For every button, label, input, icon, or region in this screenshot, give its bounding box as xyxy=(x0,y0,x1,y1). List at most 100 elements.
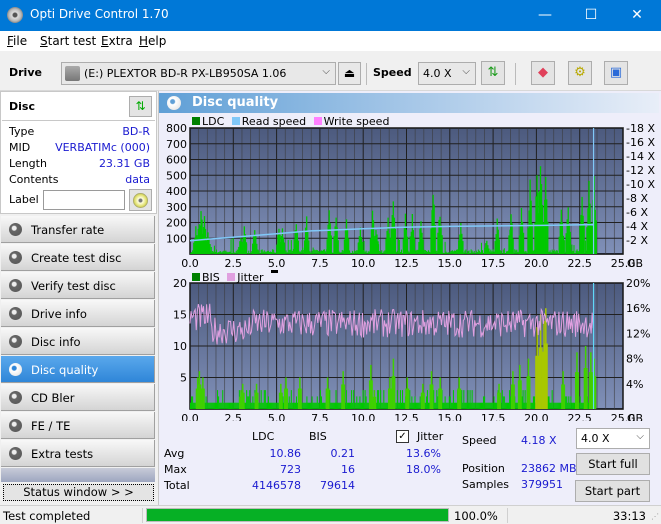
bis-bar xyxy=(453,402,455,409)
nav-verify-test-disc[interactable]: Verify test disc xyxy=(1,272,155,299)
y-tick-label: 15 xyxy=(173,309,187,322)
bis-bar xyxy=(464,402,466,409)
nav-disc-info[interactable]: Disc info xyxy=(1,328,155,355)
bis-bar xyxy=(346,402,348,409)
close-button[interactable]: ✕ xyxy=(614,0,660,31)
bis-bar xyxy=(309,402,311,409)
bis-bar xyxy=(471,390,473,409)
maximize-button[interactable]: ☐ xyxy=(568,0,614,31)
ldc-bar xyxy=(398,239,400,254)
bis-bar xyxy=(419,396,421,409)
menu-file[interactable]: File xyxy=(7,34,27,48)
x-tick-label: 10.0 xyxy=(351,412,376,421)
disc-key: Type xyxy=(9,125,35,138)
ldc-bar xyxy=(272,249,274,254)
bis-bar xyxy=(313,402,315,409)
toolbar-divider xyxy=(515,63,516,85)
col-bis-header: BIS xyxy=(309,430,327,443)
ldc-bar xyxy=(258,250,260,254)
menu-extra[interactable]: Extra xyxy=(101,34,133,48)
ldc-bar xyxy=(273,249,275,254)
ldc-bar xyxy=(472,252,474,254)
bis-bar xyxy=(413,402,415,409)
ldc-bar xyxy=(470,249,472,254)
save-button[interactable]: ▣ xyxy=(604,61,628,85)
ldc-bar xyxy=(275,252,277,254)
ldc-bar xyxy=(531,223,533,254)
bis-bar xyxy=(259,402,261,409)
nav-cd-bler[interactable]: CD Bler xyxy=(1,384,155,411)
y2-tick-label: 8% xyxy=(626,353,643,366)
ldc-bar xyxy=(361,241,364,254)
nav-fe-te[interactable]: FE / TE xyxy=(1,412,155,439)
nav-disc-quality[interactable]: Disc quality xyxy=(1,356,155,383)
bis-bar xyxy=(581,402,583,409)
minimize-button[interactable]: — xyxy=(522,0,568,31)
disc-refresh-button[interactable]: ⇅ xyxy=(129,96,152,117)
ldc-bar xyxy=(324,249,326,254)
bis-bar xyxy=(522,390,524,409)
resize-grip-icon[interactable]: ⋰ xyxy=(651,512,659,521)
ldc-bar xyxy=(547,221,549,254)
nav-label: Drive info xyxy=(31,307,87,321)
nav-create-test-disc[interactable]: Create test disc xyxy=(1,244,155,271)
menu-bar: File Start test Extra Help xyxy=(0,31,661,51)
bis-bar xyxy=(434,402,436,409)
menu-start-test[interactable]: Start test xyxy=(40,34,96,48)
ldc-bar xyxy=(226,251,228,254)
test-speed-select[interactable]: 4.0 X ⌵ xyxy=(576,428,650,449)
ldc-bar xyxy=(235,250,237,254)
ldc-bar xyxy=(339,252,341,254)
jitter-checkbox[interactable]: ✓ xyxy=(396,430,409,443)
ldc-bar xyxy=(232,236,234,254)
nav-drive-info[interactable]: Drive info xyxy=(1,300,155,327)
bis-bar xyxy=(448,396,450,409)
y-tick-label: 200 xyxy=(166,217,187,230)
ldc-bar xyxy=(517,251,519,254)
bis-bar xyxy=(290,390,292,409)
ldc-bar xyxy=(257,249,259,254)
ldc-bar xyxy=(426,251,428,254)
menu-extra-rest: xtra xyxy=(108,34,133,48)
ldc-bar xyxy=(381,250,383,254)
bis-bar xyxy=(414,396,416,409)
eraser-icon: ◆ xyxy=(538,65,548,80)
ldc-bar xyxy=(525,251,527,254)
label-apply-button[interactable] xyxy=(129,189,152,211)
speed-select[interactable]: 4.0 X ⌵ xyxy=(418,62,476,85)
ldc-bar xyxy=(503,248,505,254)
y2-tick-label: 16% xyxy=(626,302,650,315)
bis-bar xyxy=(294,402,296,409)
ldc-bar xyxy=(399,251,401,254)
bis-bar xyxy=(276,402,278,409)
y-tick-label: 300 xyxy=(166,201,187,214)
bis-bar xyxy=(572,402,574,409)
settings-button[interactable]: ⚙ xyxy=(568,61,592,85)
ldc-bar xyxy=(516,249,518,254)
erase-button[interactable]: ◆ xyxy=(531,61,555,85)
nav-extra-tests[interactable]: Extra tests xyxy=(1,440,155,467)
status-window-button[interactable]: Status window > > xyxy=(3,484,154,501)
bis-bar xyxy=(320,396,322,409)
ldc-bar xyxy=(347,238,350,254)
bis-bar xyxy=(393,376,396,409)
ldc-bar xyxy=(363,241,365,254)
disc-bler-icon xyxy=(9,391,22,404)
drive-select[interactable]: (E:) PLEXTOR BD-R PX-LB950SA 1.06 ⌵ xyxy=(61,62,336,85)
menu-help[interactable]: Help xyxy=(139,34,166,48)
bis-bar xyxy=(482,402,484,409)
start-full-button[interactable]: Start full xyxy=(576,453,650,475)
ldc-bar xyxy=(245,242,248,254)
bis-bar xyxy=(516,402,518,409)
nav-label: Transfer rate xyxy=(31,223,105,237)
nav-transfer-rate[interactable]: Transfer rate xyxy=(1,216,155,243)
ldc-bar xyxy=(267,250,269,254)
refresh-button[interactable]: ⇅ xyxy=(481,61,505,85)
bis-bar xyxy=(524,390,526,409)
eject-button[interactable]: ⏏ xyxy=(338,62,361,85)
bis-bar xyxy=(210,402,212,409)
progress-text: 100.0% xyxy=(454,509,498,523)
start-part-button[interactable]: Start part xyxy=(575,480,650,502)
label-input[interactable] xyxy=(43,190,125,210)
bis-bar xyxy=(555,402,557,409)
